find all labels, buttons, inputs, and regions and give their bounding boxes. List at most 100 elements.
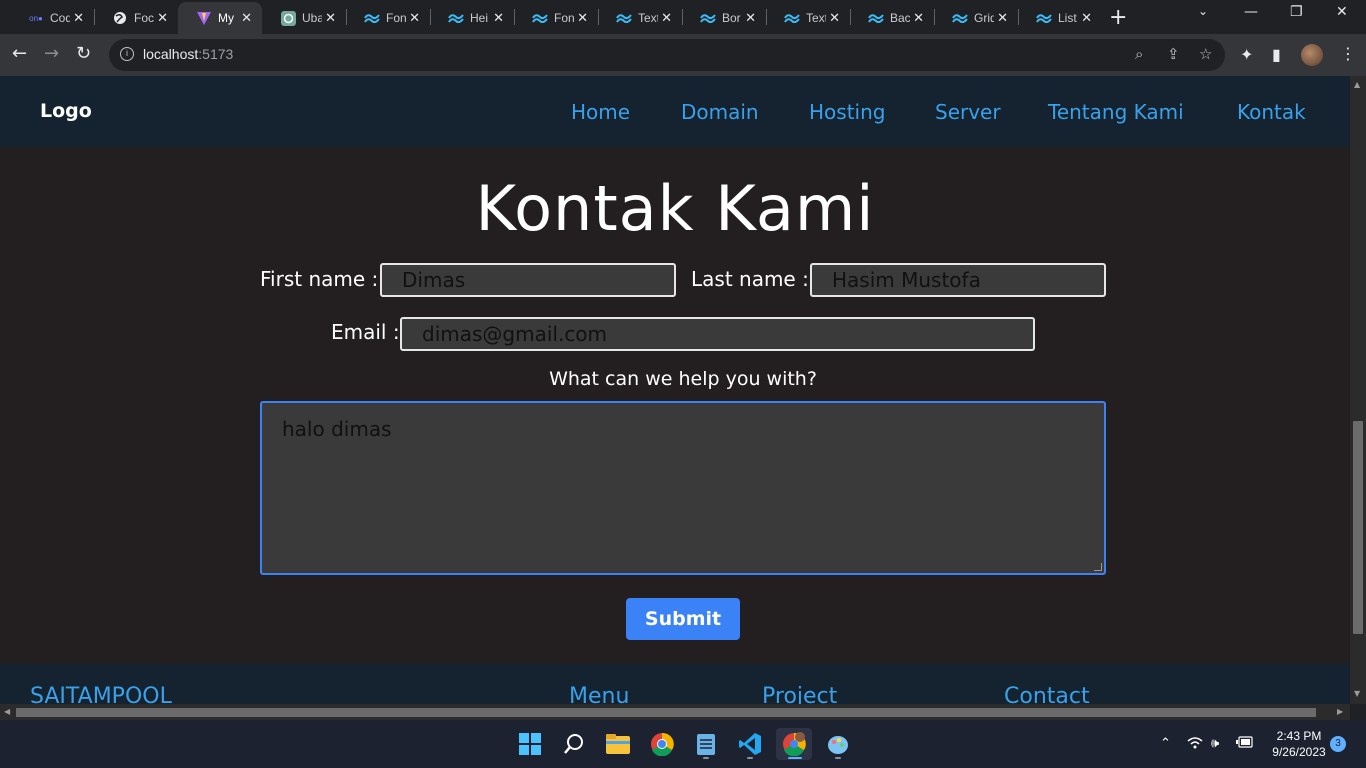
last-name-input[interactable]: Hasim Mustofa	[810, 263, 1106, 297]
close-icon[interactable]: ✕	[661, 10, 672, 26]
chevron-up-icon[interactable]: ⌃	[1160, 736, 1171, 751]
email-value: dimas@gmail.com	[422, 322, 608, 346]
close-icon[interactable]: ✕	[997, 10, 1008, 26]
browser-tab[interactable]: on● Cod ✕	[10, 2, 94, 34]
side-panel-icon[interactable]: ▮	[1272, 45, 1281, 64]
browser-tab[interactable]: Foc ✕	[94, 2, 178, 34]
first-name-input[interactable]: Dimas	[380, 263, 676, 297]
site-navbar: Logo Home Domain Hosting Server Tentang …	[0, 76, 1350, 147]
url-text[interactable]: localhost:5173	[143, 46, 233, 62]
browser-tab-active[interactable]: My ✕	[178, 2, 262, 34]
paint-icon[interactable]	[820, 728, 856, 760]
system-clock[interactable]: 2:43 PM 9/26/2023	[1262, 728, 1336, 760]
browser-toolbar: ← → ↻ i localhost:5173 ⌕ ⇪ ☆ ✦ ▮ ⋮	[0, 34, 1366, 76]
page-title: Kontak Kami	[475, 172, 875, 245]
message-textarea[interactable]: halo dimas	[260, 401, 1106, 575]
chrome-profile-icon[interactable]	[776, 728, 812, 760]
nav-domain[interactable]: Domain	[681, 100, 759, 124]
nav-kontak[interactable]: Kontak	[1237, 100, 1306, 124]
nav-home[interactable]: Home	[571, 100, 630, 124]
notepad-icon[interactable]	[688, 728, 724, 760]
scroll-down-icon[interactable]: ▼	[1354, 689, 1360, 698]
window-close-icon[interactable]: ✕	[1336, 4, 1348, 20]
browser-tab[interactable]: Text ✕	[598, 2, 682, 34]
search-icon[interactable]	[556, 728, 592, 760]
profile-avatar[interactable]	[1301, 44, 1323, 66]
vertical-scrollbar[interactable]: ▲ ▼	[1350, 76, 1366, 704]
nav-server[interactable]: Server	[935, 100, 1001, 124]
footer-brand: SAITAMPOOL	[30, 684, 172, 704]
tailwind-icon	[364, 10, 380, 26]
browser-tab[interactable]: Uba ✕	[262, 2, 346, 34]
close-icon[interactable]: ✕	[745, 10, 756, 26]
close-icon[interactable]: ✕	[157, 10, 168, 26]
close-icon[interactable]: ✕	[241, 10, 252, 26]
scroll-right-icon[interactable]: ▶	[1337, 707, 1343, 716]
tailwind-icon	[868, 10, 884, 26]
email-input[interactable]: dimas@gmail.com	[400, 317, 1035, 351]
browser-tab[interactable]: List ✕	[1018, 2, 1102, 34]
share-icon[interactable]: ⇪	[1167, 45, 1180, 63]
close-icon[interactable]: ✕	[493, 10, 504, 26]
tailwind-icon	[784, 10, 800, 26]
close-icon[interactable]: ✕	[1081, 10, 1092, 26]
submit-button[interactable]: Submit	[626, 598, 740, 640]
chatgpt-icon	[280, 10, 296, 26]
globe-icon	[112, 10, 128, 26]
address-bar[interactable]: i localhost:5173 ⌕ ⇪ ☆	[109, 39, 1225, 71]
new-tab-button[interactable]: +	[1109, 5, 1127, 30]
browser-tab[interactable]: Fon ✕	[514, 2, 598, 34]
reload-icon[interactable]: ↻	[76, 43, 91, 64]
notification-badge[interactable]: 3	[1330, 736, 1346, 752]
scroll-up-icon[interactable]: ▲	[1354, 80, 1360, 89]
footer-contact-heading: Contact	[1004, 684, 1090, 704]
site-info-icon[interactable]: i	[120, 47, 134, 61]
tailwind-icon	[532, 10, 548, 26]
nav-tentang-kami[interactable]: Tentang Kami	[1048, 100, 1184, 124]
chrome-icon[interactable]	[644, 728, 680, 760]
minimize-icon[interactable]: —	[1244, 4, 1258, 20]
close-icon[interactable]: ✕	[829, 10, 840, 26]
tab-strip: on● Cod ✕ Foc ✕ My ✕ Uba ✕ Fon ✕ Hei ✕ F…	[0, 0, 1366, 34]
horizontal-scrollbar[interactable]: ◀ ▶	[0, 704, 1350, 720]
file-explorer-icon[interactable]	[600, 728, 636, 760]
close-icon[interactable]: ✕	[325, 10, 336, 26]
menu-kebab-icon[interactable]: ⋮	[1340, 44, 1356, 63]
tab-search-icon[interactable]: ⌄	[1198, 4, 1208, 18]
close-icon[interactable]: ✕	[577, 10, 588, 26]
close-icon[interactable]: ✕	[73, 10, 84, 26]
bookmark-star-icon[interactable]: ☆	[1199, 45, 1212, 63]
message-question-label: What can we help you with?	[549, 368, 817, 390]
browser-tab[interactable]: Text ✕	[766, 2, 850, 34]
back-icon[interactable]: ←	[12, 43, 27, 64]
clock-date: 9/26/2023	[1272, 745, 1326, 759]
battery-icon[interactable]	[1236, 736, 1254, 752]
browser-tab[interactable]: Bac ✕	[850, 2, 934, 34]
forward-icon[interactable]: →	[44, 43, 59, 64]
page-viewport: Logo Home Domain Hosting Server Tentang …	[0, 76, 1350, 704]
close-icon[interactable]: ✕	[409, 10, 420, 26]
browser-tab[interactable]: Grid ✕	[934, 2, 1018, 34]
first-name-label: First name :	[260, 267, 379, 291]
extensions-icon[interactable]: ✦	[1240, 45, 1253, 64]
vite-icon	[196, 10, 212, 26]
browser-tab[interactable]: Fon ✕	[346, 2, 430, 34]
vertical-scroll-thumb[interactable]	[1353, 421, 1363, 634]
close-icon[interactable]: ✕	[913, 10, 924, 26]
tailwind-icon	[448, 10, 464, 26]
wifi-icon[interactable]	[1187, 736, 1203, 753]
vscode-icon[interactable]	[732, 728, 768, 760]
resize-handle-icon[interactable]	[1094, 563, 1102, 571]
volume-icon[interactable]: 🕪	[1211, 736, 1219, 751]
site-logo[interactable]: Logo	[40, 100, 92, 122]
first-name-value: Dimas	[402, 268, 466, 292]
nav-hosting[interactable]: Hosting	[809, 100, 885, 124]
start-icon[interactable]	[512, 728, 548, 760]
browser-tab[interactable]: Hei ✕	[430, 2, 514, 34]
zoom-icon[interactable]: ⌕	[1135, 45, 1143, 63]
restore-icon[interactable]: ❐	[1290, 4, 1303, 20]
browser-tab[interactable]: Bor ✕	[682, 2, 766, 34]
scroll-left-icon[interactable]: ◀	[4, 707, 10, 716]
email-label: Email :	[331, 320, 400, 344]
horizontal-scroll-thumb[interactable]	[16, 708, 1316, 717]
